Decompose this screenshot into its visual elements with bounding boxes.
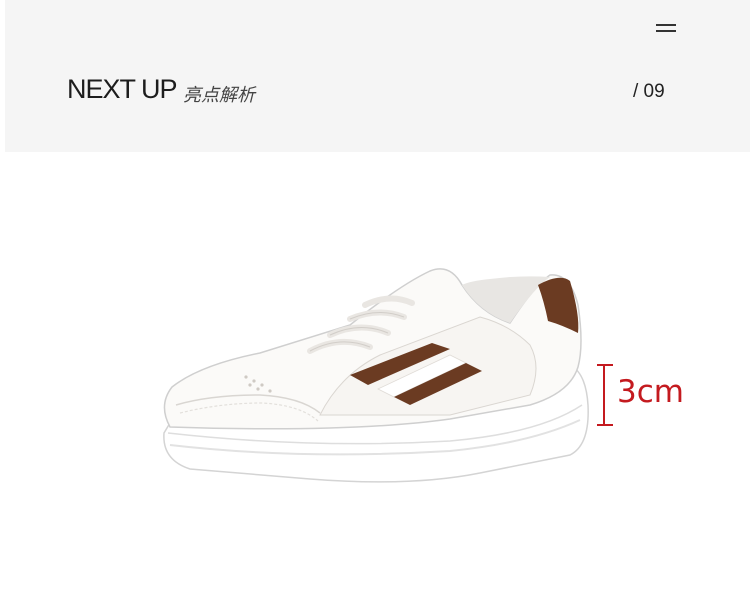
section-title: NEXT UP: [67, 74, 178, 104]
sneaker-image: [163, 268, 589, 483]
page-number: / 09: [633, 81, 665, 102]
menu-icon[interactable]: [656, 24, 676, 36]
heel-height-label: 3cm: [617, 374, 684, 410]
height-measure-bracket: [597, 364, 613, 426]
section-subtitle: 亮点解析: [183, 85, 255, 106]
